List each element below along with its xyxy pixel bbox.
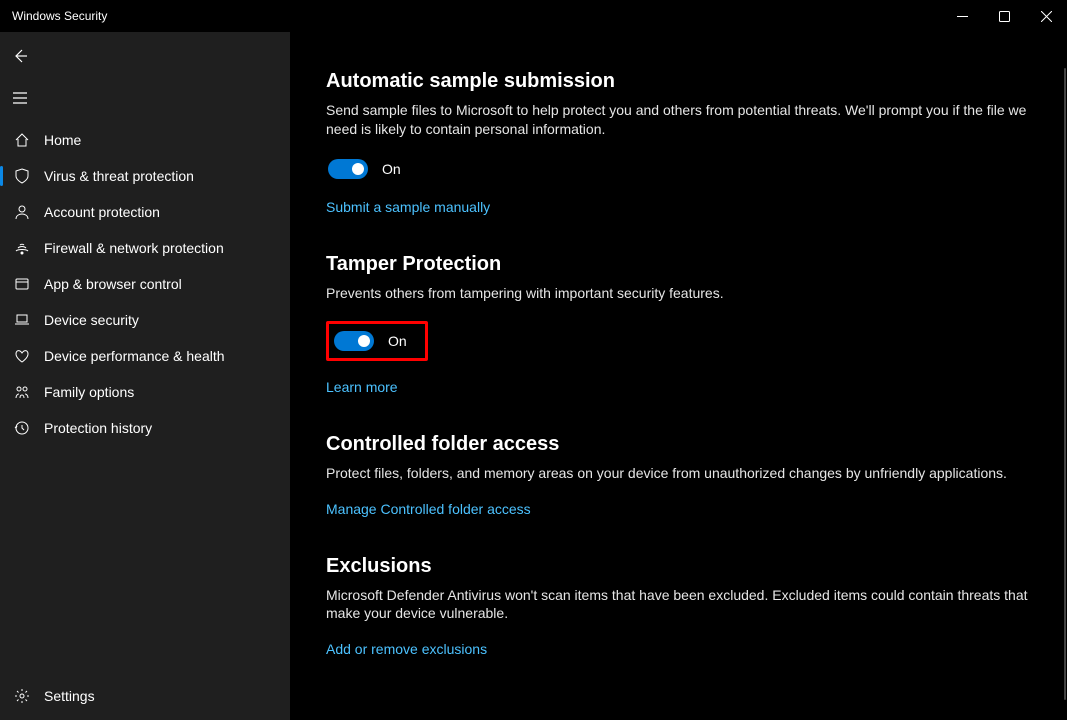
sidebar-item-appbrowser[interactable]: App & browser control <box>0 266 290 302</box>
shield-icon <box>12 168 32 184</box>
home-icon <box>12 132 32 148</box>
gear-icon <box>12 688 32 704</box>
minimize-button[interactable] <box>941 0 983 32</box>
auto-sample-toggle-row: On <box>326 157 403 181</box>
network-icon <box>12 240 32 256</box>
window-controls <box>941 0 1067 32</box>
back-button[interactable] <box>0 38 40 74</box>
sidebar-item-label: Device security <box>44 312 139 328</box>
section-desc: Prevents others from tampering with impo… <box>326 284 1031 303</box>
main-content[interactable]: Automatic sample submission Send sample … <box>290 32 1067 720</box>
laptop-icon <box>12 312 32 328</box>
scrollbar[interactable] <box>1064 68 1066 700</box>
section-desc: Microsoft Defender Antivirus won't scan … <box>326 586 1031 624</box>
family-icon <box>12 384 32 400</box>
sidebar-item-firewall[interactable]: Firewall & network protection <box>0 230 290 266</box>
sidebar-item-family[interactable]: Family options <box>0 374 290 410</box>
sidebar-item-perf[interactable]: Device performance & health <box>0 338 290 374</box>
sidebar-item-home[interactable]: Home <box>0 122 290 158</box>
sidebar-item-label: Family options <box>44 384 134 400</box>
sidebar-item-label: Protection history <box>44 420 152 436</box>
window-title: Windows Security <box>12 9 107 23</box>
toggle-state-label: On <box>388 333 407 349</box>
section-title: Exclusions <box>326 555 1031 578</box>
app-icon <box>12 276 32 292</box>
sidebar-item-devicesec[interactable]: Device security <box>0 302 290 338</box>
sidebar-item-label: Firewall & network protection <box>44 240 224 256</box>
section-title: Controlled folder access <box>326 433 1031 456</box>
section-exclusions: Exclusions Microsoft Defender Antivirus … <box>326 555 1031 658</box>
section-title: Tamper Protection <box>326 253 1031 276</box>
section-tamper: Tamper Protection Prevents others from t… <box>326 253 1031 395</box>
sidebar-item-history[interactable]: Protection history <box>0 410 290 446</box>
person-icon <box>12 204 32 220</box>
section-title: Automatic sample submission <box>326 70 1031 93</box>
sidebar-item-label: Virus & threat protection <box>44 168 194 184</box>
toggle-state-label: On <box>382 161 401 177</box>
heart-icon <box>12 348 32 364</box>
manage-cfa-link[interactable]: Manage Controlled folder access <box>326 501 1031 517</box>
sidebar-item-label: App & browser control <box>44 276 182 292</box>
tamper-toggle[interactable] <box>334 331 374 351</box>
sidebar-item-label: Home <box>44 132 81 148</box>
section-desc: Send sample files to Microsoft to help p… <box>326 101 1031 139</box>
learn-more-link[interactable]: Learn more <box>326 379 1031 395</box>
section-cfa: Controlled folder access Protect files, … <box>326 433 1031 517</box>
history-icon <box>12 420 32 436</box>
sidebar-item-label: Device performance & health <box>44 348 225 364</box>
hamburger-button[interactable] <box>0 80 40 116</box>
maximize-button[interactable] <box>983 0 1025 32</box>
submit-sample-link[interactable]: Submit a sample manually <box>326 199 1031 215</box>
nav-list: Home Virus & threat protection Account p… <box>0 122 290 720</box>
tamper-toggle-row: On <box>326 321 428 361</box>
section-desc: Protect files, folders, and memory areas… <box>326 464 1031 483</box>
sidebar-item-settings[interactable]: Settings <box>0 678 290 714</box>
close-button[interactable] <box>1025 0 1067 32</box>
sidebar-item-account[interactable]: Account protection <box>0 194 290 230</box>
section-auto-sample: Automatic sample submission Send sample … <box>326 70 1031 215</box>
titlebar: Windows Security <box>0 0 1067 32</box>
sidebar: Home Virus & threat protection Account p… <box>0 32 290 720</box>
sidebar-item-label: Settings <box>44 688 95 704</box>
sidebar-item-label: Account protection <box>44 204 160 220</box>
exclusions-link[interactable]: Add or remove exclusions <box>326 641 1031 657</box>
sidebar-item-virus[interactable]: Virus & threat protection <box>0 158 290 194</box>
auto-sample-toggle[interactable] <box>328 159 368 179</box>
